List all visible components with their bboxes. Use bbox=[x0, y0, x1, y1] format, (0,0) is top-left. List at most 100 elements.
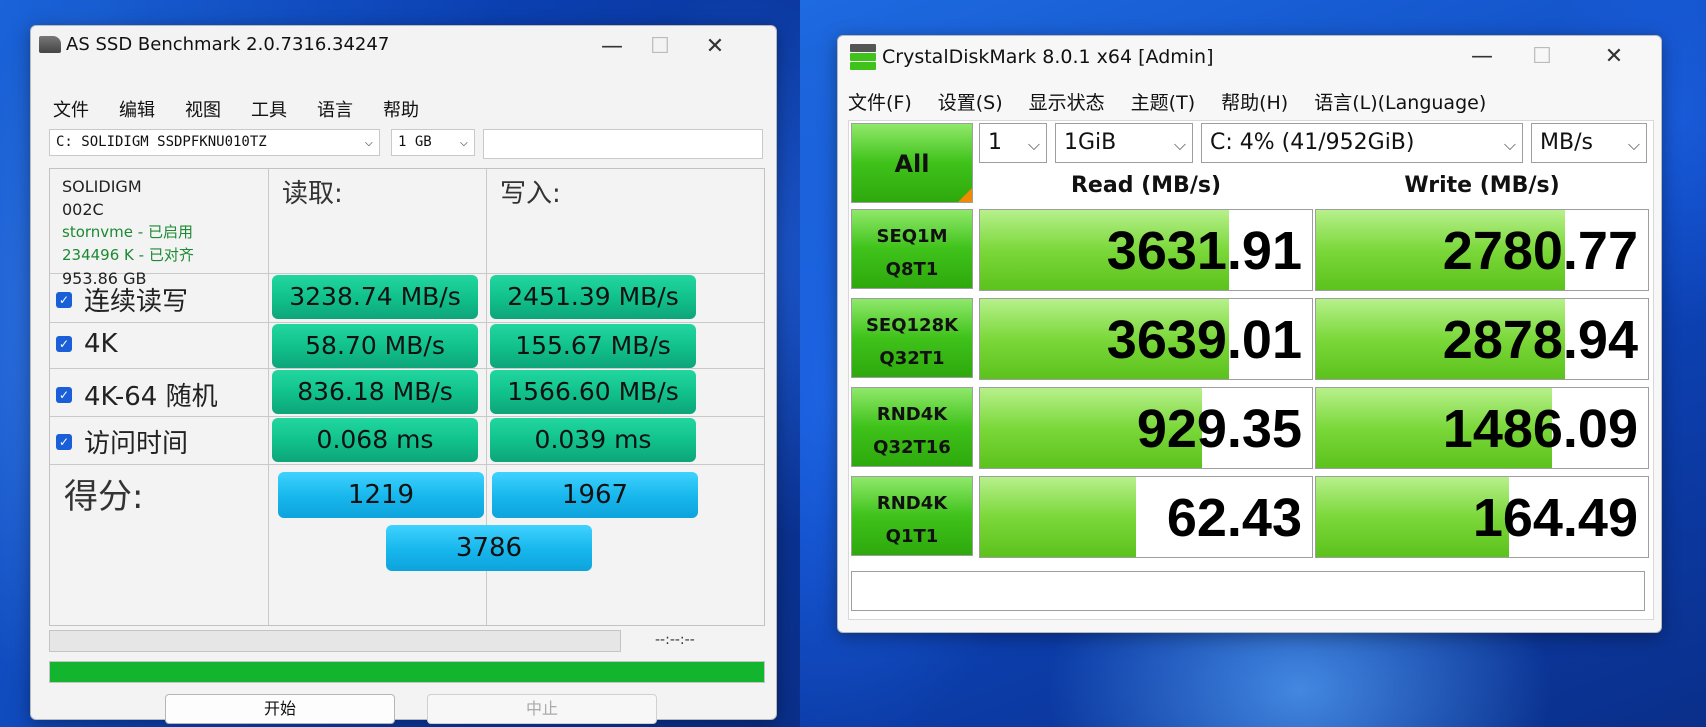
comment-field[interactable] bbox=[851, 571, 1645, 611]
menu-help[interactable]: 帮助 bbox=[383, 96, 419, 122]
close-button[interactable]: ✕ bbox=[691, 30, 739, 64]
window-title: AS SSD Benchmark 2.0.7316.34247 bbox=[66, 34, 390, 55]
test-button-seq128k[interactable]: SEQ128K Q32T1 bbox=[851, 298, 973, 378]
row-seq[interactable]: ✓ 连续读写 bbox=[56, 281, 188, 318]
read-header: 读取: bbox=[282, 179, 343, 209]
menu-view[interactable]: 视图 bbox=[185, 96, 221, 122]
test-progress-bar bbox=[49, 630, 621, 652]
minimize-button[interactable]: — bbox=[588, 30, 636, 64]
drive-select[interactable]: C: SOLIDIGM SSDPFKNU010TZ ⌵ bbox=[49, 129, 380, 156]
result-value: 3639.01 bbox=[1106, 310, 1302, 370]
menu-help[interactable]: 帮助(H) bbox=[1221, 88, 1288, 115]
result-seq-write: 2451.39 MB/s bbox=[490, 275, 696, 319]
size-select[interactable]: 1 GB ⌵ bbox=[391, 129, 475, 156]
result-seq128k-write: 2878.94 bbox=[1315, 298, 1649, 380]
row-label: 4K bbox=[84, 329, 118, 359]
result-seq-read: 3238.74 MB/s bbox=[272, 275, 478, 319]
chevron-down-icon: ⌵ bbox=[459, 134, 468, 150]
count-select[interactable]: 1 ⌵ bbox=[979, 123, 1047, 163]
title-bar: AS SSD Benchmark 2.0.7316.34247 — ☐ ✕ bbox=[31, 26, 776, 68]
results-table: SOLIDIGM 002C stornvme - 已启用 234496 K - … bbox=[49, 168, 765, 626]
menu-language[interactable]: 语言 bbox=[317, 96, 353, 122]
checkbox-icon[interactable]: ✓ bbox=[56, 433, 72, 450]
info-field bbox=[483, 129, 763, 159]
chevron-down-icon: ⌵ bbox=[1173, 135, 1186, 154]
test-name: RND4K bbox=[876, 404, 948, 425]
chevron-down-icon: ⌵ bbox=[1027, 135, 1040, 154]
close-button[interactable]: ✕ bbox=[1590, 40, 1638, 74]
result-access-read: 0.068 ms bbox=[272, 418, 478, 462]
result-seq1m-write: 2780.77 bbox=[1315, 209, 1649, 291]
row-label: 连续读写 bbox=[84, 287, 189, 317]
maximize-button[interactable]: ☐ bbox=[636, 30, 684, 64]
test-queue: Q32T16 bbox=[873, 437, 951, 458]
result-access-write: 0.039 ms bbox=[490, 418, 696, 462]
result-rnd4k-q32t16-write: 1486.09 bbox=[1315, 387, 1649, 469]
maximize-button[interactable]: ☐ bbox=[1518, 40, 1566, 74]
result-4k-read: 58.70 MB/s bbox=[272, 324, 478, 368]
row-4k64[interactable]: ✓ 4K-64 随机 bbox=[56, 376, 218, 413]
test-button-rnd4k-q1t1[interactable]: RND4K Q1T1 bbox=[851, 476, 973, 556]
menu-settings[interactable]: 设置(S) bbox=[938, 88, 1003, 115]
progress-fill bbox=[50, 662, 764, 682]
result-rnd4k-q1t1-read: 62.43 bbox=[979, 476, 1313, 558]
checkbox-icon[interactable]: ✓ bbox=[56, 291, 72, 308]
result-rnd4k-q1t1-write: 164.49 bbox=[1315, 476, 1649, 558]
test-queue: Q32T1 bbox=[879, 348, 945, 369]
crystaldiskmark-window: CrystalDiskMark 8.0.1 x64 [Admin] — ☐ ✕ … bbox=[837, 35, 1662, 633]
menu-theme[interactable]: 主题(T) bbox=[1131, 88, 1195, 115]
device-firmware: 002C bbox=[62, 200, 104, 219]
all-button-label: All bbox=[894, 150, 930, 178]
score-write: 1967 bbox=[492, 472, 698, 518]
all-button[interactable]: All bbox=[851, 123, 973, 203]
unit-select-value: MB/s bbox=[1540, 130, 1593, 155]
menu-file[interactable]: 文件 bbox=[53, 96, 89, 122]
score-label: 得分: bbox=[64, 477, 144, 517]
as-ssd-window: AS SSD Benchmark 2.0.7316.34247 — ☐ ✕ 文件… bbox=[30, 25, 777, 724]
device-alignment: 234496 K - 已对齐 bbox=[62, 246, 194, 264]
menu-language[interactable]: 语言(L)(Language) bbox=[1314, 88, 1486, 115]
row-access-time[interactable]: ✓ 访问时间 bbox=[56, 423, 188, 460]
write-header: 写入: bbox=[500, 179, 561, 209]
chevron-down-icon: ⌵ bbox=[1503, 135, 1516, 154]
drive-select-value: C: SOLIDIGM SSDPFKNU010TZ bbox=[56, 134, 267, 150]
stop-button[interactable]: 中止 bbox=[427, 694, 657, 724]
result-4k64-read: 836.18 MB/s bbox=[272, 370, 478, 414]
checkbox-icon[interactable]: ✓ bbox=[56, 336, 72, 352]
row-4k[interactable]: ✓ 4K bbox=[56, 329, 118, 359]
result-value: 164.49 bbox=[1472, 488, 1638, 548]
menu-bar: 文件(F) 设置(S) 显示状态 主题(T) 帮助(H) 语言(L)(Langu… bbox=[848, 88, 1512, 115]
elapsed-time: --:--:-- bbox=[655, 632, 695, 648]
result-seq1m-read: 3631.91 bbox=[979, 209, 1313, 291]
test-button-seq1m[interactable]: SEQ1M Q8T1 bbox=[851, 209, 973, 289]
result-value: 2878.94 bbox=[1442, 310, 1638, 370]
result-value: 929.35 bbox=[1136, 399, 1302, 459]
count-select-value: 1 bbox=[988, 130, 1002, 155]
result-value: 62.43 bbox=[1166, 488, 1302, 548]
result-value: 3631.91 bbox=[1106, 221, 1302, 281]
write-header: Write (MB/s) bbox=[1404, 173, 1560, 198]
menu-bar: 文件 编辑 视图 工具 语言 帮助 bbox=[53, 96, 449, 122]
device-model: SOLIDIGM bbox=[62, 177, 142, 196]
menu-edit[interactable]: 编辑 bbox=[119, 96, 155, 122]
size-select-value: 1GiB bbox=[1064, 130, 1117, 155]
result-bar bbox=[980, 477, 1137, 557]
test-name: SEQ1M bbox=[876, 226, 948, 247]
device-driver: stornvme - 已启用 bbox=[62, 223, 193, 241]
menu-display[interactable]: 显示状态 bbox=[1029, 88, 1105, 115]
menu-file[interactable]: 文件(F) bbox=[848, 88, 912, 115]
size-select[interactable]: 1GiB ⌵ bbox=[1055, 123, 1193, 163]
benchmark-panel: All 1 ⌵ 1GiB ⌵ C: 4% (41/952GiB) ⌵ MB/s … bbox=[848, 120, 1654, 620]
test-button-rnd4k-q32t16[interactable]: RND4K Q32T16 bbox=[851, 387, 973, 467]
start-button[interactable]: 开始 bbox=[165, 694, 395, 724]
menu-tools[interactable]: 工具 bbox=[251, 96, 287, 122]
window-title: CrystalDiskMark 8.0.1 x64 [Admin] bbox=[882, 46, 1214, 68]
drive-select-value: C: 4% (41/952GiB) bbox=[1210, 130, 1415, 155]
drive-select[interactable]: C: 4% (41/952GiB) ⌵ bbox=[1201, 123, 1523, 163]
minimize-button[interactable]: — bbox=[1458, 40, 1506, 74]
checkbox-icon[interactable]: ✓ bbox=[56, 386, 72, 403]
score-total: 3786 bbox=[386, 525, 592, 571]
chevron-down-icon: ⌵ bbox=[364, 134, 373, 150]
unit-select[interactable]: MB/s ⌵ bbox=[1531, 123, 1647, 163]
row-label: 访问时间 bbox=[84, 429, 189, 459]
